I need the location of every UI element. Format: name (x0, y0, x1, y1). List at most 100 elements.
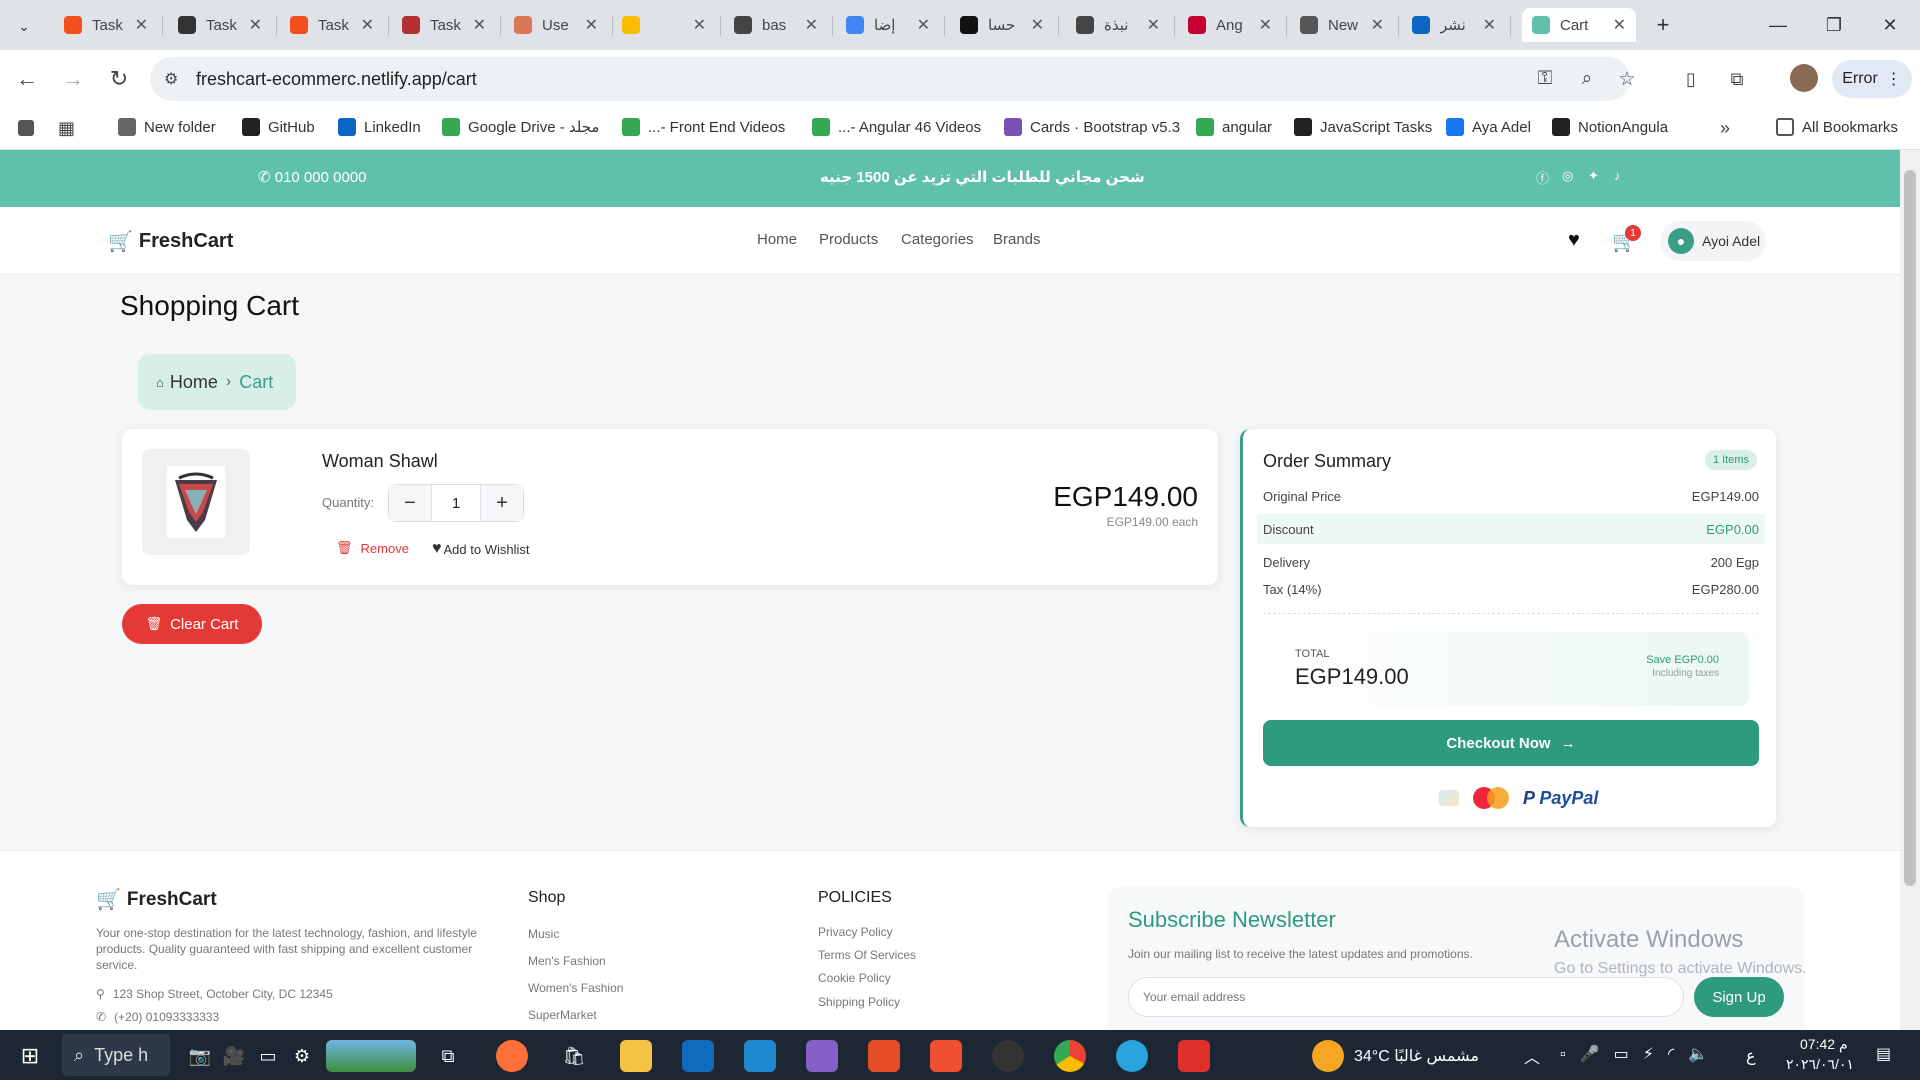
shop-link[interactable]: Music (528, 927, 559, 941)
browser-tab[interactable]: Ang ✕ (1178, 8, 1282, 42)
bookmark-item[interactable]: NotionAngula (1552, 118, 1668, 136)
browser-tab[interactable]: Task ✕ (168, 8, 272, 42)
facebook-icon[interactable]: ⓕ (1536, 168, 1549, 187)
breadcrumb-home[interactable]: Home (170, 372, 218, 393)
browser-tab[interactable]: Use ✕ (504, 8, 608, 42)
clock-date[interactable]: ٢٠٢٦/٠٦/٠١ (1786, 1056, 1854, 1073)
tab-close-icon[interactable]: ✕ (1371, 15, 1384, 35)
tab-close-icon[interactable]: ✕ (135, 15, 148, 35)
add-to-wishlist-button[interactable]: ♥ Add to Wishlist (432, 540, 529, 558)
tab-close-icon[interactable]: ✕ (585, 15, 598, 35)
browser-tab[interactable]: حسا ✕ (950, 8, 1054, 42)
taskbar-search[interactable]: ⌕ Type h (62, 1034, 170, 1076)
firefox-icon[interactable] (496, 1040, 528, 1072)
profile-avatar[interactable] (1790, 64, 1818, 92)
remove-item-button[interactable]: 🗑 Remove (336, 540, 409, 556)
tab-close-icon[interactable]: ✕ (917, 15, 930, 35)
tab-close-icon[interactable]: ✕ (805, 15, 818, 35)
address-bar[interactable]: ⚙ freshcart-ecommerc.netlify.app/cart ⚿ … (150, 57, 1636, 101)
tab-close-icon[interactable]: ✕ (1483, 15, 1496, 35)
tab-close-icon[interactable]: ✕ (249, 15, 262, 35)
chrome-icon[interactable] (1054, 1040, 1086, 1072)
product-image[interactable] (142, 449, 250, 555)
increase-quantity-button[interactable]: + (481, 485, 523, 521)
policy-link[interactable]: Shipping Policy (818, 995, 900, 1009)
tab-close-icon[interactable]: ✕ (1147, 15, 1160, 35)
checkout-button[interactable]: Checkout Now → (1263, 720, 1759, 766)
browser-tab[interactable]: نبذة ✕ (1066, 8, 1170, 42)
camera-icon[interactable]: 📷 (184, 1040, 216, 1072)
quantity-value[interactable]: 1 (431, 485, 481, 521)
page-scrollbar-thumb[interactable] (1904, 170, 1916, 886)
new-tab-button[interactable]: + (1650, 12, 1676, 38)
tab-search-icon[interactable]: ⌄ (12, 14, 36, 38)
bookmark-item[interactable]: JavaScript Tasks (1294, 118, 1432, 136)
close-window-button[interactable]: ✕ (1862, 0, 1918, 50)
nav-link-categories[interactable]: Categories (901, 231, 974, 248)
bookmark-item[interactable]: GitHub (242, 118, 315, 136)
clock-time[interactable]: 07:42 م (1800, 1036, 1848, 1053)
twitter-icon[interactable]: ✦ (1588, 168, 1599, 184)
visual-studio-icon[interactable] (806, 1040, 838, 1072)
side-panel-icon[interactable]: ▯ (1676, 64, 1706, 94)
back-button[interactable]: ← (12, 64, 42, 94)
file-explorer-icon[interactable] (620, 1040, 652, 1072)
tray-icons[interactable]: ▫🎤▭⚡◜🔈 (1560, 1044, 1722, 1064)
outlook-icon[interactable] (682, 1040, 714, 1072)
task-view-icon[interactable]: ⧉ (432, 1040, 464, 1072)
maximize-button[interactable]: ❐ (1806, 0, 1862, 50)
shop-link[interactable]: Men's Fashion (528, 954, 606, 968)
widgets-image-icon[interactable] (326, 1040, 416, 1072)
brand-logo[interactable]: 🛒 FreshCart (108, 229, 233, 254)
tray-chevron-icon[interactable]: ︿ (1524, 1044, 1540, 1068)
vscode-icon[interactable] (744, 1040, 776, 1072)
tab-close-icon[interactable]: ✕ (1031, 15, 1044, 35)
tab-close-icon[interactable]: ✕ (1259, 15, 1272, 35)
bookmark-item[interactable]: New folder (118, 118, 216, 136)
tab-close-icon[interactable]: ✕ (1613, 15, 1626, 35)
reload-button[interactable]: ↻ (104, 64, 134, 94)
user-menu[interactable]: ● Ayoi Adel (1660, 221, 1766, 261)
bookmark-item[interactable]: LinkedIn (338, 118, 421, 136)
newsletter-signup-button[interactable]: Sign Up (1694, 977, 1784, 1017)
notifications-icon[interactable]: ▤ (1876, 1044, 1891, 1064)
tab-groups-icon[interactable]: ▦ (58, 118, 75, 139)
shop-link[interactable]: SuperMarket (528, 1008, 597, 1022)
minimize-button[interactable]: — (1750, 0, 1806, 50)
bookmark-item[interactable]: Cards · Bootstrap v5.3 (1004, 118, 1180, 136)
nav-link-home[interactable]: Home (757, 231, 797, 248)
bookmark-item[interactable]: Aya Adel (1446, 118, 1531, 136)
windows-start-icon[interactable]: ⊞ (14, 1040, 46, 1072)
forward-button[interactable]: → (58, 64, 88, 94)
tab-close-icon[interactable]: ✕ (361, 15, 374, 35)
site-info-icon[interactable]: ⚙ (164, 69, 178, 89)
profile-error-button[interactable]: Error ⋮ (1832, 60, 1912, 98)
browser-tab[interactable]: Task ✕ (54, 8, 158, 42)
browser-tab[interactable]: Cart ✕ (1522, 8, 1636, 42)
nav-link-brands[interactable]: Brands (993, 231, 1041, 248)
telegram-icon[interactable] (1116, 1040, 1148, 1072)
language-indicator[interactable]: ع (1746, 1046, 1756, 1066)
tab-close-icon[interactable]: ✕ (473, 15, 486, 35)
policy-link[interactable]: Terms Of Services (818, 948, 916, 962)
instagram-icon[interactable]: ◎ (1562, 168, 1573, 184)
tab-close-icon[interactable]: ✕ (693, 15, 706, 35)
bookmark-item[interactable]: ...- Front End Videos (622, 118, 785, 136)
newsletter-email-input[interactable] (1128, 977, 1684, 1017)
bookmark-star-icon[interactable]: ☆ (1614, 66, 1640, 92)
settings-gear-icon[interactable]: ⚙ (286, 1040, 318, 1072)
browser-tab[interactable]: bas ✕ (724, 8, 828, 42)
policy-link[interactable]: Privacy Policy (818, 925, 893, 939)
browser-tab[interactable]: نشر ✕ (1402, 8, 1506, 42)
all-bookmarks[interactable]: All Bookmarks (1776, 118, 1898, 136)
decrease-quantity-button[interactable]: − (389, 485, 431, 521)
shop-link[interactable]: Women's Fashion (528, 981, 623, 995)
wishlist-heart-icon[interactable]: ♥ (1568, 229, 1580, 252)
bookmark-item[interactable]: ...- Angular 46 Videos (812, 118, 981, 136)
bookmark-item[interactable]: Google Drive - مجلد (442, 118, 599, 136)
browser-tab[interactable]: ✕ (612, 8, 716, 42)
zoom-icon[interactable]: ⌕ (1574, 66, 1600, 92)
browser-tab[interactable]: Task ✕ (392, 8, 496, 42)
browser-tab[interactable]: New ✕ (1290, 8, 1394, 42)
weather-icon[interactable] (1312, 1040, 1344, 1072)
